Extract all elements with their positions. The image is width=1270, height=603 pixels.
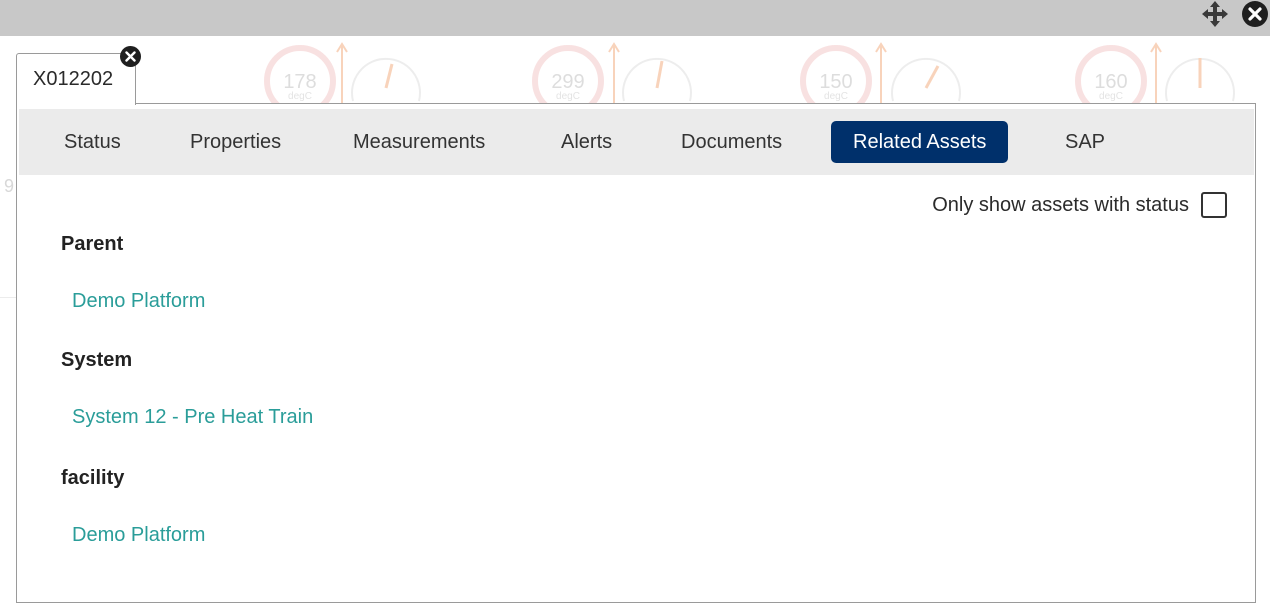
gauge-3-value: 150 <box>819 71 852 93</box>
system-link[interactable]: System 12 - Pre Heat Train <box>72 406 313 429</box>
detail-nav: Status Properties Measurements Alerts Do… <box>19 109 1254 175</box>
facility-heading: facility <box>61 467 125 489</box>
gauge-2-unit: degC <box>556 91 580 102</box>
tab-alerts[interactable]: Alerts <box>539 121 634 163</box>
status-filter-checkbox[interactable] <box>1201 192 1227 218</box>
status-filter: Only show assets with status <box>932 192 1227 218</box>
background-divider <box>0 297 16 298</box>
system-heading: System <box>61 349 133 371</box>
tab-documents[interactable]: Documents <box>659 121 804 163</box>
tab-status[interactable]: Status <box>42 121 143 163</box>
gauge-3-unit: degC <box>824 91 848 102</box>
tab-measurements[interactable]: Measurements <box>331 121 507 163</box>
tab-sap[interactable]: SAP <box>1043 121 1127 163</box>
facility-link[interactable]: Demo Platform <box>72 524 205 547</box>
gauge-1-unit: degC <box>288 91 312 102</box>
gauge-4-value: 160 <box>1094 71 1127 93</box>
gauge-2-value: 299 <box>551 71 584 93</box>
background-text: 9 <box>4 176 15 196</box>
tab-properties[interactable]: Properties <box>168 121 303 163</box>
asset-detail-panel: Status Properties Measurements Alerts Do… <box>16 103 1256 603</box>
window-title-bar <box>0 0 1270 36</box>
parent-heading: Parent <box>61 233 124 255</box>
status-filter-label: Only show assets with status <box>932 193 1189 216</box>
asset-tab-label: X012202 <box>33 68 114 90</box>
gauge-1-value: 178 <box>283 71 316 93</box>
parent-link[interactable]: Demo Platform <box>72 290 205 313</box>
close-icon[interactable] <box>1240 0 1270 28</box>
tab-related-assets[interactable]: Related Assets <box>831 121 1009 163</box>
move-icon[interactable] <box>1200 0 1230 28</box>
tab-close-icon[interactable] <box>118 45 143 68</box>
gauge-4-unit: degC <box>1099 91 1123 102</box>
